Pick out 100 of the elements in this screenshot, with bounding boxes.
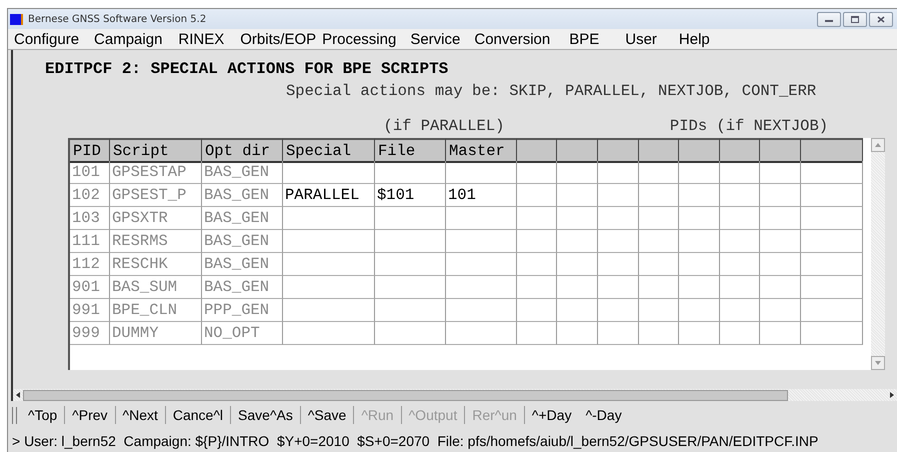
scroll-up-icon[interactable] xyxy=(871,138,885,152)
table-cell[interactable] xyxy=(720,207,760,230)
table-cell[interactable] xyxy=(517,276,557,299)
table-cell[interactable] xyxy=(801,184,863,207)
table-cell[interactable] xyxy=(557,184,598,207)
table-cell[interactable] xyxy=(598,253,639,276)
table-cell[interactable] xyxy=(517,207,557,230)
table-cell[interactable] xyxy=(517,322,557,345)
table-cell[interactable] xyxy=(639,184,679,207)
table-cell[interactable] xyxy=(283,299,375,322)
maximize-button[interactable] xyxy=(843,12,867,26)
table-cell[interactable] xyxy=(557,161,598,184)
table-cell[interactable] xyxy=(446,322,517,345)
table-cell[interactable] xyxy=(639,207,679,230)
table-cell[interactable] xyxy=(283,322,375,345)
table-cell[interactable] xyxy=(375,322,446,345)
table-cell[interactable] xyxy=(375,161,446,184)
table-cell[interactable] xyxy=(720,322,760,345)
toolbar-button[interactable]: ^-Day xyxy=(578,406,629,424)
table-cell[interactable] xyxy=(639,253,679,276)
table-cell[interactable] xyxy=(517,230,557,253)
table-cell[interactable] xyxy=(375,207,446,230)
table-cell[interactable] xyxy=(679,322,720,345)
table-cell[interactable] xyxy=(679,253,720,276)
table-cell[interactable] xyxy=(801,276,863,299)
table-cell[interactable] xyxy=(639,161,679,184)
table-cell[interactable] xyxy=(639,299,679,322)
horizontal-scrollbar[interactable] xyxy=(11,389,897,401)
table-cell[interactable] xyxy=(375,276,446,299)
table-cell[interactable] xyxy=(639,230,679,253)
table-cell[interactable]: PARALLEL xyxy=(283,184,375,207)
table-cell[interactable] xyxy=(375,299,446,322)
table-cell[interactable] xyxy=(446,207,517,230)
table-cell[interactable] xyxy=(679,276,720,299)
menu-item[interactable]: Service xyxy=(406,30,470,48)
table-cell[interactable] xyxy=(679,207,720,230)
toolbar-button[interactable]: Save^As xyxy=(231,406,301,424)
menu-item[interactable]: Orbits/EOP xyxy=(236,30,318,48)
table-cell[interactable] xyxy=(801,230,863,253)
table-cell[interactable] xyxy=(760,230,801,253)
toolbar-button[interactable]: ^Save xyxy=(300,406,354,424)
menu-item[interactable]: RINEX xyxy=(174,30,236,48)
toolbar-grip[interactable] xyxy=(12,406,17,424)
table-cell[interactable] xyxy=(517,253,557,276)
scroll-thumb[interactable] xyxy=(23,390,788,400)
table-cell[interactable] xyxy=(760,322,801,345)
table-cell[interactable] xyxy=(720,299,760,322)
table-cell[interactable] xyxy=(375,253,446,276)
table-cell[interactable] xyxy=(679,184,720,207)
table-cell[interactable] xyxy=(283,207,375,230)
table-cell[interactable] xyxy=(801,299,863,322)
table-cell[interactable] xyxy=(557,230,598,253)
table-cell[interactable] xyxy=(760,276,801,299)
table-cell[interactable] xyxy=(760,299,801,322)
table-cell[interactable] xyxy=(598,230,639,253)
menu-item[interactable]: Configure xyxy=(10,30,90,48)
table-cell[interactable] xyxy=(283,276,375,299)
table-cell[interactable]: $101 xyxy=(375,184,446,207)
table-cell[interactable] xyxy=(598,299,639,322)
table-cell[interactable] xyxy=(598,322,639,345)
table-cell[interactable] xyxy=(801,322,863,345)
table-cell[interactable] xyxy=(283,161,375,184)
table-cell[interactable] xyxy=(557,207,598,230)
menu-item[interactable]: Processing xyxy=(318,30,406,48)
table-cell[interactable] xyxy=(557,253,598,276)
table-cell[interactable] xyxy=(760,207,801,230)
toolbar-button[interactable]: ^Next xyxy=(116,406,166,424)
table-cell[interactable] xyxy=(283,230,375,253)
table-cell[interactable] xyxy=(801,207,863,230)
table-cell[interactable] xyxy=(720,276,760,299)
toolbar-button[interactable]: ^Top xyxy=(21,406,66,424)
table-cell[interactable] xyxy=(375,230,446,253)
table-cell[interactable]: 101 xyxy=(446,184,517,207)
table-cell[interactable] xyxy=(446,253,517,276)
table-cell[interactable] xyxy=(557,276,598,299)
close-button[interactable] xyxy=(869,12,893,26)
menu-item[interactable]: Conversion xyxy=(470,30,566,48)
menu-item[interactable]: User xyxy=(621,30,675,48)
scroll-down-icon[interactable] xyxy=(871,356,885,370)
table-cell[interactable] xyxy=(446,230,517,253)
table-cell[interactable] xyxy=(801,161,863,184)
table-cell[interactable] xyxy=(283,253,375,276)
table-cell[interactable] xyxy=(598,161,639,184)
vertical-scrollbar[interactable] xyxy=(871,138,885,370)
table-cell[interactable] xyxy=(801,253,863,276)
table-cell[interactable] xyxy=(639,276,679,299)
table-cell[interactable] xyxy=(720,230,760,253)
table-cell[interactable] xyxy=(557,299,598,322)
table-cell[interactable] xyxy=(517,184,557,207)
table-cell[interactable] xyxy=(679,230,720,253)
table-cell[interactable] xyxy=(639,322,679,345)
table-cell[interactable] xyxy=(598,276,639,299)
table-cell[interactable] xyxy=(720,161,760,184)
toolbar-button[interactable]: ^+Day xyxy=(524,406,579,424)
menu-item[interactable]: Help xyxy=(674,30,710,48)
menu-item[interactable]: BPE xyxy=(565,30,622,48)
table-cell[interactable] xyxy=(517,299,557,322)
table-cell[interactable] xyxy=(598,184,639,207)
table-cell[interactable] xyxy=(446,276,517,299)
table-cell[interactable] xyxy=(446,161,517,184)
